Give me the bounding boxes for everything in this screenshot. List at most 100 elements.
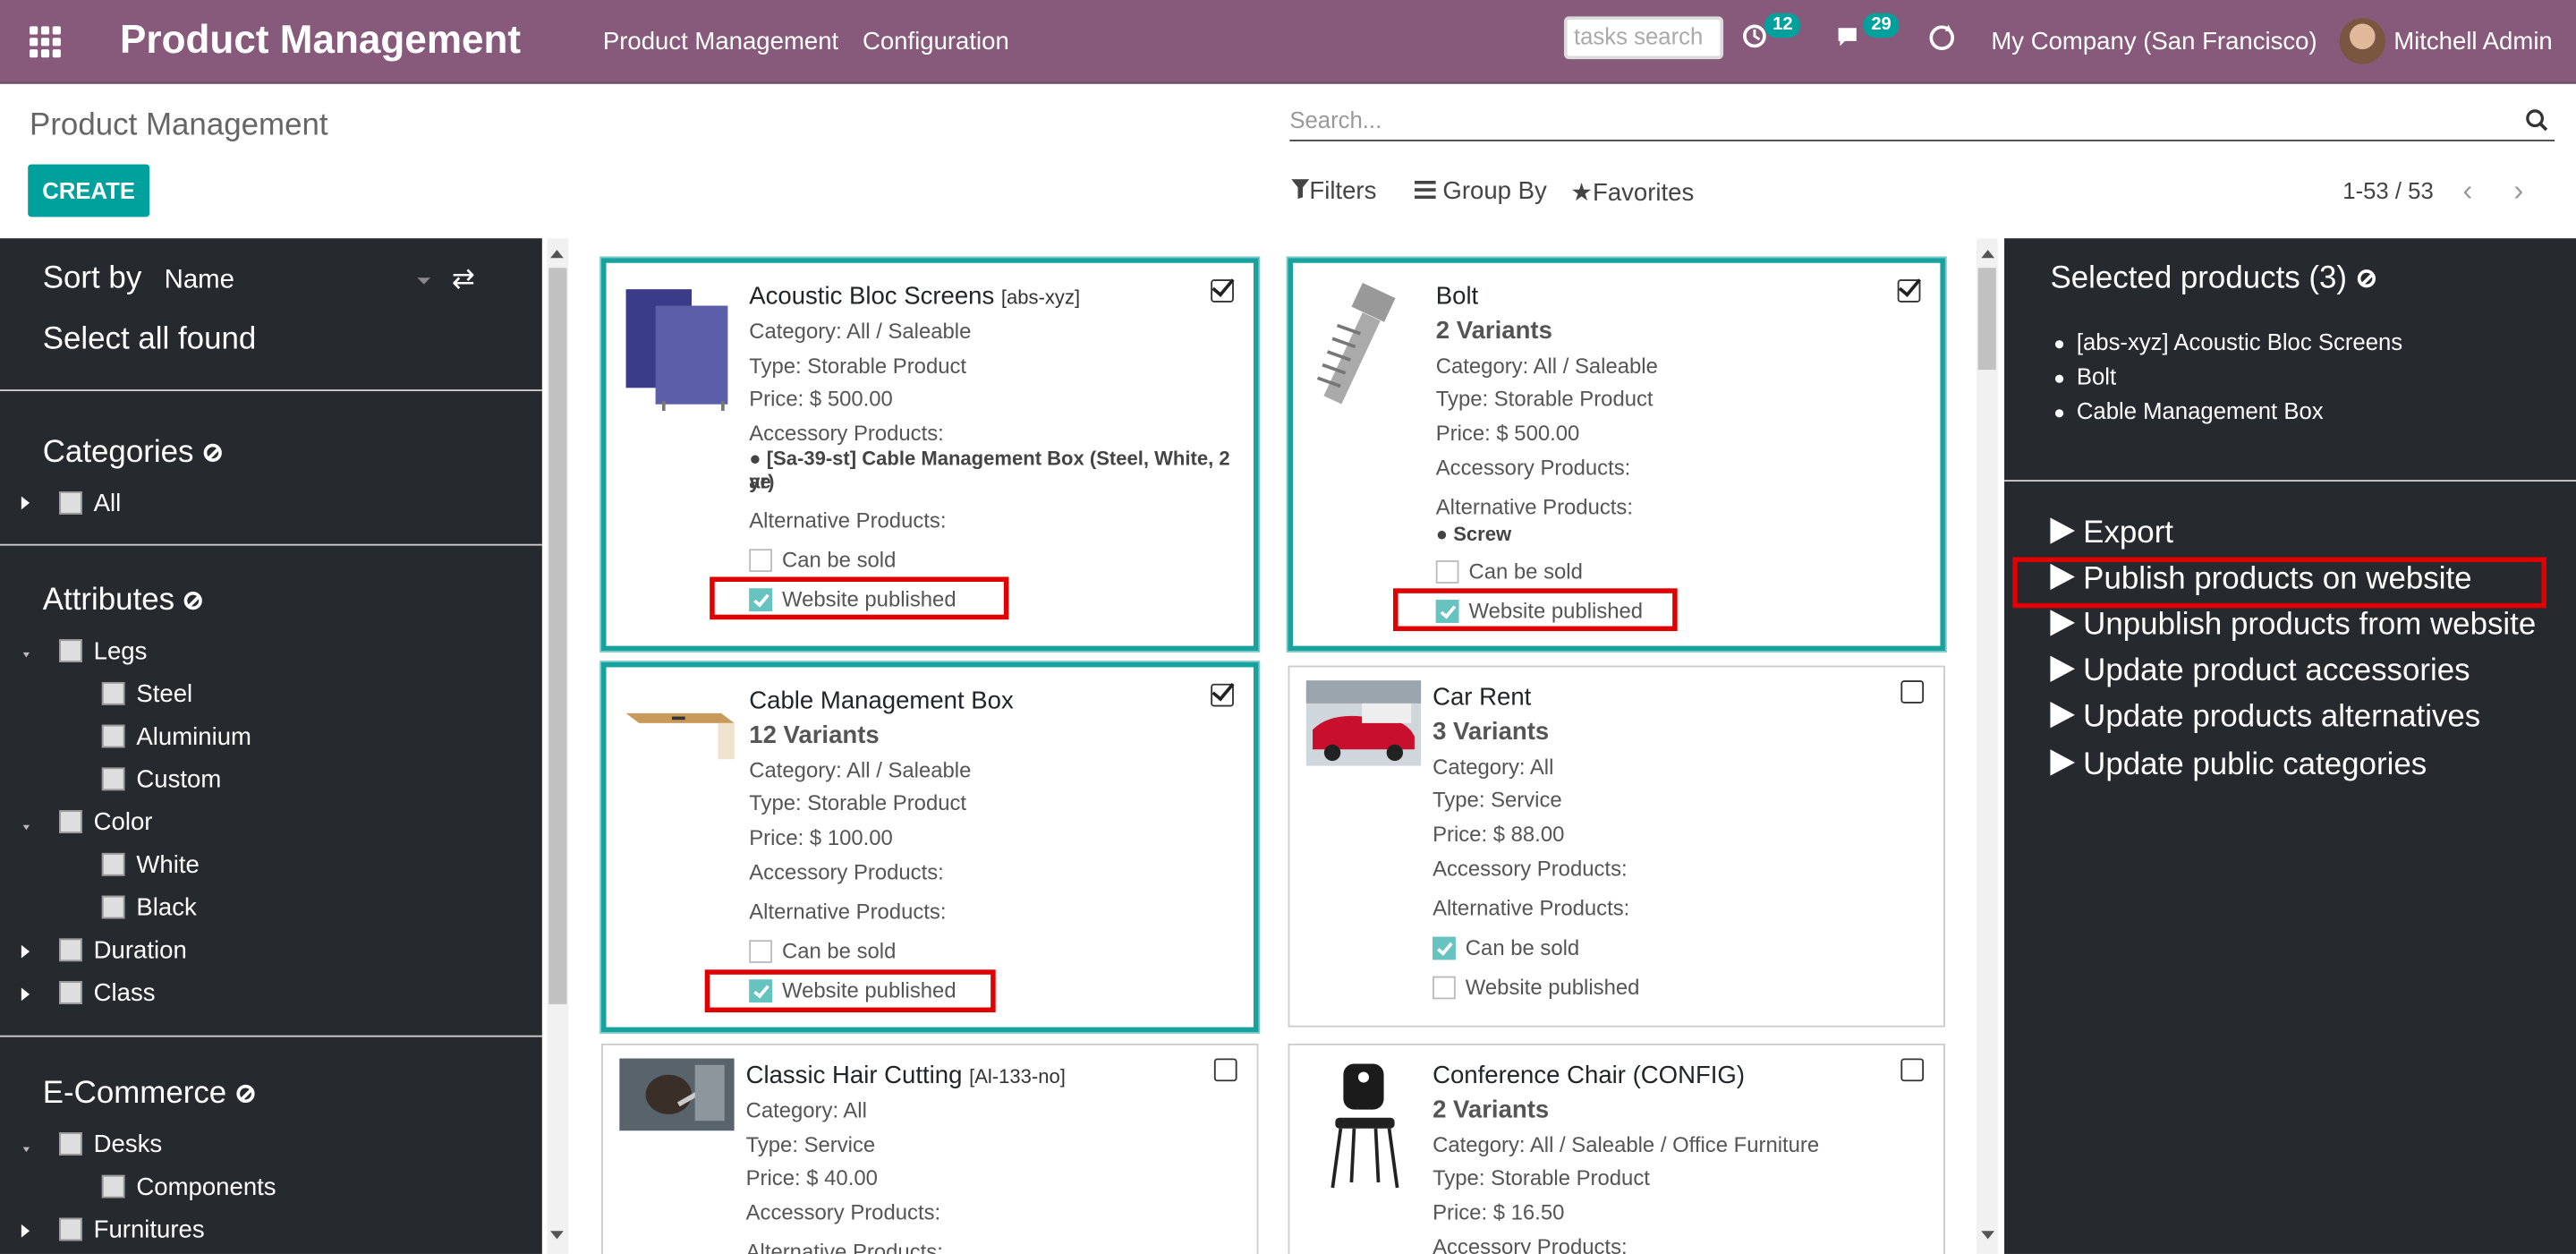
divider	[2004, 480, 2576, 482]
sort-order-icon[interactable]: ⇄	[452, 263, 475, 296]
scroll-down-icon[interactable]	[550, 1231, 564, 1240]
can-be-sold-label: Can be sold	[1468, 559, 1583, 584]
card-select-checkbox[interactable]	[1900, 680, 1925, 704]
clear-icon[interactable]	[203, 443, 222, 462]
right-scrollbar[interactable]	[1976, 238, 1998, 1254]
attribute-checkbox-white[interactable]	[101, 852, 125, 876]
product-card[interactable]: Conference Chair (CONFIG) 2 Variants Cat…	[1288, 1043, 1945, 1254]
cable-box-image	[625, 712, 735, 760]
expand-icon[interactable]	[21, 944, 30, 959]
action-export[interactable]: Export	[2050, 516, 2173, 552]
action-update-accessories[interactable]: Update product accessories	[2050, 654, 2470, 690]
attribute-checkbox-duration[interactable]	[59, 938, 82, 962]
alternative-item: ● Screw	[1435, 522, 1512, 546]
can-be-sold-checkbox[interactable]	[749, 549, 772, 572]
product-card[interactable]: Classic Hair Cutting [Al-133-no] Categor…	[601, 1043, 1259, 1254]
collapse-icon[interactable]	[22, 1147, 30, 1153]
collapse-icon[interactable]	[22, 652, 30, 658]
card-select-checkbox[interactable]	[1900, 1058, 1925, 1082]
expand-icon[interactable]	[21, 1224, 30, 1238]
divider	[0, 389, 542, 391]
sort-select[interactable]: Name	[165, 266, 234, 295]
scroll-down-icon[interactable]	[1981, 1231, 1995, 1240]
attribute-custom-label: Custom	[136, 765, 222, 794]
user-avatar[interactable]	[2339, 18, 2386, 64]
refresh-button[interactable]	[1927, 20, 1957, 61]
accessory-item-cont: ar)	[749, 470, 775, 493]
category-checkbox-all[interactable]	[59, 491, 82, 515]
messages-button[interactable]: 29	[1835, 13, 1900, 57]
menu-product-management[interactable]: Product Management	[603, 28, 838, 55]
attribute-checkbox-steel[interactable]	[101, 681, 125, 705]
attribute-checkbox-aluminium[interactable]	[101, 724, 125, 748]
pager-previous-icon[interactable]: ‹	[2462, 175, 2472, 209]
attribute-steel-label: Steel	[136, 680, 193, 709]
play-icon	[2050, 610, 2075, 636]
card-select-checkbox[interactable]	[1213, 1058, 1237, 1082]
activity-button[interactable]: 12	[1741, 13, 1801, 57]
group-by-label: Group By	[1442, 177, 1547, 206]
left-scrollbar-thumb[interactable]	[548, 268, 567, 1004]
card-select-checkbox[interactable]	[1211, 279, 1234, 303]
attribute-checkbox-color[interactable]	[59, 810, 82, 833]
user-menu[interactable]: Mitchell Admin	[2393, 28, 2553, 55]
product-price: Price: $ 40.00	[745, 1164, 878, 1190]
scroll-up-icon[interactable]	[1981, 250, 1995, 259]
menu-configuration[interactable]: Configuration	[863, 28, 1009, 55]
search-icon[interactable]	[2525, 108, 2548, 132]
apps-menu-icon[interactable]	[30, 26, 63, 59]
ecommerce-checkbox-components[interactable]	[101, 1174, 125, 1199]
attribute-checkbox-legs[interactable]	[59, 639, 82, 662]
highlight-box	[704, 969, 996, 1013]
filters-button[interactable]: Filters	[1291, 177, 1376, 206]
product-category: Category: All / Saleable	[1435, 353, 1658, 379]
ecommerce-checkbox-furnitures[interactable]	[59, 1217, 82, 1241]
app-title[interactable]: Product Management	[120, 18, 521, 64]
right-scrollbar-thumb[interactable]	[1977, 268, 1996, 371]
attribute-aluminium-label: Aluminium	[136, 722, 251, 752]
card-select-checkbox[interactable]	[1211, 683, 1234, 707]
tasks-search-input[interactable]: tasks search	[1563, 16, 1724, 60]
can-be-sold-checkbox[interactable]	[1433, 936, 1456, 960]
attribute-black-label: Black	[136, 893, 197, 923]
product-type: Type: Service	[745, 1132, 876, 1157]
scroll-up-icon[interactable]	[550, 250, 564, 259]
divider	[0, 543, 542, 546]
pager-value[interactable]: 1-53 / 53	[2342, 177, 2433, 203]
play-icon	[2050, 702, 2075, 729]
sort-by-label: Sort by	[42, 260, 142, 296]
product-price: Price: $ 16.50	[1433, 1199, 1565, 1224]
group-by-button[interactable]: Group By	[1414, 177, 1547, 206]
pager-next-icon[interactable]: ›	[2513, 175, 2523, 209]
clear-icon[interactable]	[2357, 269, 2376, 288]
select-all-found[interactable]: Select all found	[43, 322, 257, 358]
expand-icon[interactable]	[21, 496, 30, 510]
action-update-alternatives[interactable]: Update products alternatives	[2050, 700, 2480, 736]
search-input[interactable]: Search...	[1289, 98, 2555, 141]
product-card[interactable]: Car Rent 3 Variants Category: All Type: …	[1288, 665, 1945, 1028]
card-select-checkbox[interactable]	[1897, 279, 1921, 303]
clear-icon[interactable]	[184, 591, 203, 610]
collapse-icon[interactable]	[22, 824, 30, 831]
product-variants: 3 Variants	[1433, 718, 1550, 746]
attribute-checkbox-class[interactable]	[59, 981, 82, 1004]
activity-badge: 12	[1764, 13, 1801, 38]
company-switcher[interactable]: My Company (San Francisco)	[1991, 28, 2317, 55]
website-published-label: Website published	[1465, 974, 1640, 1000]
action-update-categories[interactable]: Update public categories	[2050, 747, 2427, 783]
caret-down-icon[interactable]	[417, 277, 431, 285]
create-button[interactable]: CREATE	[28, 164, 150, 218]
ecommerce-checkbox-desks[interactable]	[59, 1132, 82, 1156]
favorites-button[interactable]: ★Favorites	[1570, 177, 1694, 207]
website-published-checkbox[interactable]	[1433, 976, 1456, 1000]
attribute-checkbox-custom[interactable]	[101, 767, 125, 791]
can-be-sold-checkbox[interactable]	[749, 940, 772, 963]
expand-icon[interactable]	[21, 987, 30, 1002]
attribute-checkbox-black[interactable]	[101, 895, 125, 919]
clear-icon[interactable]	[236, 1084, 255, 1104]
accessory-label: Accessory Products:	[1433, 1233, 1628, 1254]
accessory-label: Accessory Products:	[749, 859, 944, 884]
product-variants: 12 Variants	[749, 721, 880, 750]
can-be-sold-checkbox[interactable]	[1435, 560, 1459, 584]
action-unpublish[interactable]: Unpublish products from website	[2050, 608, 2536, 644]
